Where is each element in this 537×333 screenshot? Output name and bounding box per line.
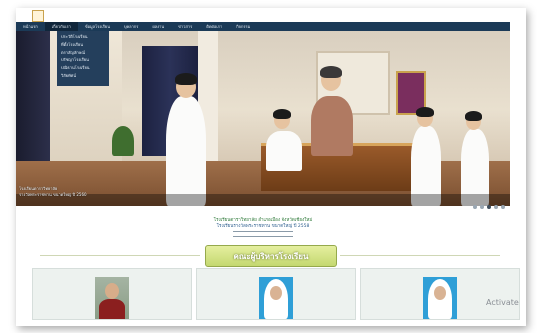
nav-item-contact[interactable]: ติดต่อเรา [199,23,229,30]
hero-person [311,96,353,156]
nav-item-news[interactable]: ข่าวสาร [171,23,199,30]
nav-item-activities[interactable]: กิจกรรม [229,23,257,30]
photo-face [105,283,119,299]
dropdown-item-emblem[interactable]: ตราสัญลักษณ์ [57,49,109,57]
slider-dot[interactable] [480,205,484,209]
dropdown-item-history[interactable]: ประวัติโรงเรียน [57,33,109,41]
hero-person-hair [175,73,197,85]
nav-item-school-info[interactable]: ข้อมูลโรงเรียน [78,23,117,30]
hero-person-hair [416,107,434,117]
hero-caption-line: รางวัลพระราชทาน ขนาดใหญ่ ปี 2560 [19,192,87,197]
section-title-banner: คณะผู้บริหารโรงเรียน [205,245,337,267]
nav-item-works[interactable]: ผลงาน [145,23,171,30]
dropdown-item-philosophy[interactable]: ปรัชญาโรงเรียน [57,56,109,64]
ornament-divider [233,231,293,237]
photo-vestment [99,299,125,319]
main-nav: หน้าแรก เกี่ยวกับเรา ข้อมูลโรงเรียน บุคล… [16,22,510,31]
executive-photo[interactable] [95,277,129,319]
dropdown-item-vision[interactable]: วิสัยทัศน์ [57,72,109,80]
school-award-line: โรงเรียนรางวัลพระราชทาน ขนาดใหญ่ ปี 2558 [216,224,310,229]
slider-dot[interactable] [501,205,505,209]
hero-person-hair [273,109,291,119]
school-info-block: โรงเรียนดาราวิทยาลัย อำเภอเมือง จังหวัดเ… [16,218,510,237]
slider-dot[interactable] [473,205,477,209]
nav-item-staff[interactable]: บุคลากร [117,23,145,30]
section-rule-right [340,255,500,256]
nav-item-about[interactable]: เกี่ยวกับเรา [44,22,78,31]
executive-cards [16,268,520,320]
dropdown-item-location[interactable]: ที่ตั้งโรงเรียน [57,41,109,49]
executive-photo[interactable] [423,277,457,319]
hero-person [266,131,302,171]
hero-caption: โรงเรียนดาราวิทยาลัย รางวัลพระราชทาน ขนา… [19,186,149,198]
section-title: คณะผู้บริหารโรงเรียน [233,251,309,261]
hero-person [166,96,206,206]
dropdown-item-resolution[interactable]: ปณิธานโรงเรียน [57,64,109,72]
hero-plant [112,126,134,156]
executive-card[interactable] [32,268,192,320]
photo-face [270,286,282,300]
hero-person-hair [465,111,482,121]
slider-pagination [473,205,505,209]
slider-dot-active[interactable] [487,205,491,209]
executive-photo[interactable] [259,277,293,319]
header-strip [16,8,526,22]
executive-card[interactable] [360,268,520,320]
windows-activate-watermark: Activate [486,298,519,307]
hero-person-hair [320,66,342,78]
photo-face [434,286,446,300]
school-logo[interactable] [32,10,44,22]
section-rule-left [40,255,200,256]
about-dropdown-menu: ประวัติโรงเรียน ที่ตั้งโรงเรียน ตราสัญลั… [57,31,109,86]
slider-dot[interactable] [494,205,498,209]
nav-item-home[interactable]: หน้าแรก [16,23,45,30]
executive-card[interactable] [196,268,356,320]
